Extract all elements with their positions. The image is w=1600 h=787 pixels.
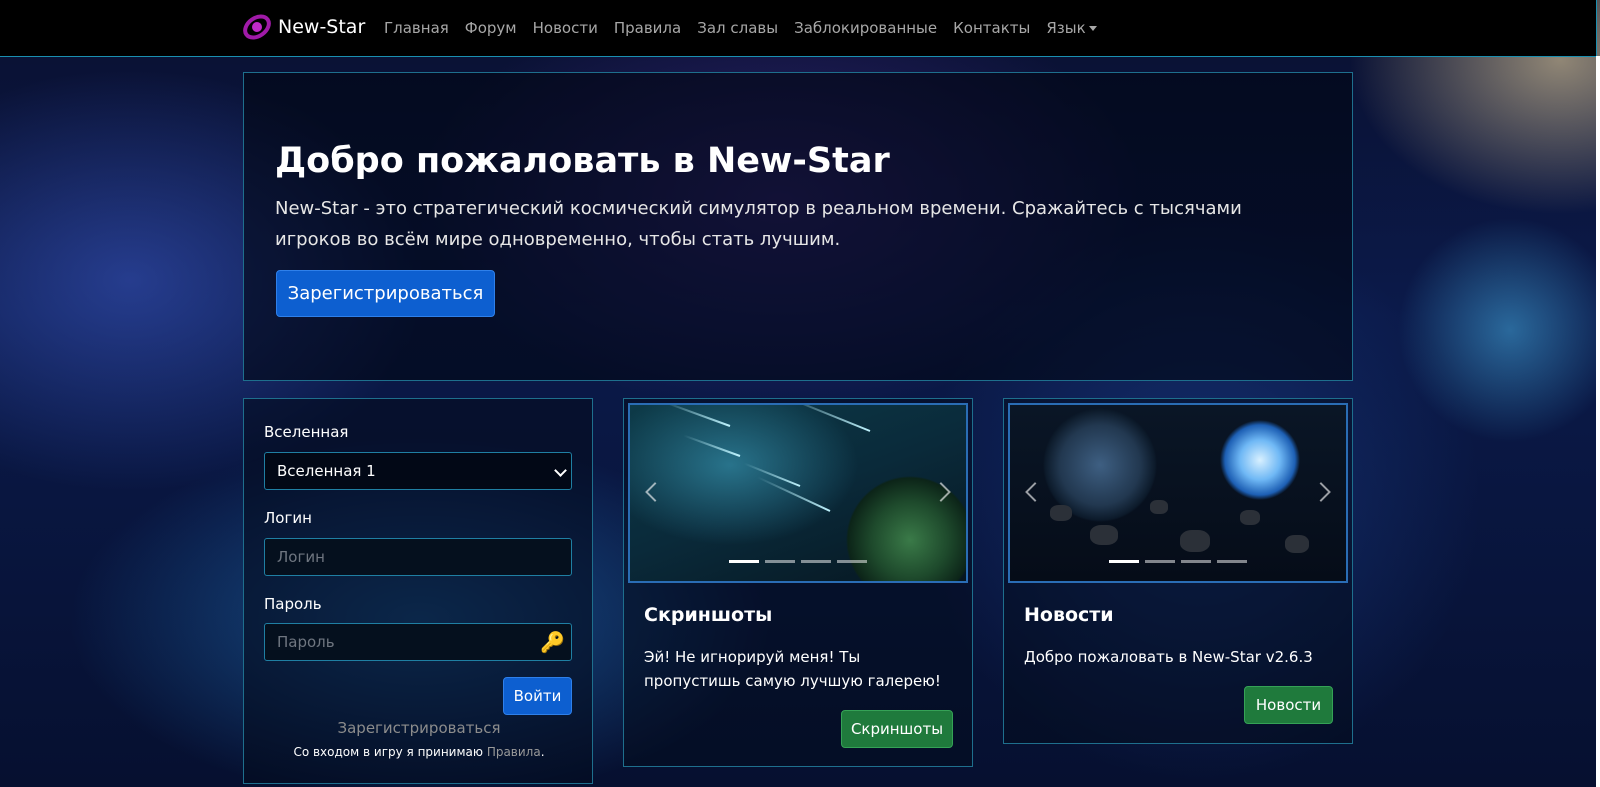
password-label: Пароль bbox=[264, 595, 322, 613]
carousel-indicators bbox=[1010, 560, 1346, 563]
meteor-streak bbox=[683, 434, 741, 457]
page-scrollbar[interactable] bbox=[1596, 56, 1600, 787]
key-icon[interactable]: 🔑 bbox=[540, 630, 565, 654]
screenshots-text: Эй! Не игнорируй меня! Ты пропустишь сам… bbox=[644, 648, 941, 690]
asteroid bbox=[1150, 500, 1168, 514]
news-text: Добро пожаловать в New-Star v2.6.3 bbox=[1024, 648, 1313, 666]
asteroid bbox=[1180, 530, 1210, 552]
asteroid bbox=[1285, 535, 1309, 553]
login-submit-button[interactable]: Войти bbox=[503, 677, 572, 715]
brand-link[interactable]: New-Star bbox=[242, 12, 365, 42]
asteroid bbox=[1090, 525, 1118, 545]
brand-name: New-Star bbox=[278, 16, 366, 38]
chevron-down-icon bbox=[554, 464, 567, 477]
password-placeholder: Пароль bbox=[277, 633, 335, 651]
terms-notice: Со входом в игру я принимаю Правила. bbox=[244, 745, 594, 759]
caret-down-icon bbox=[1088, 26, 1097, 31]
nav-banned[interactable]: Заблокированные bbox=[794, 19, 937, 37]
meteor-streak bbox=[663, 405, 731, 427]
screenshots-button[interactable]: Скриншоты bbox=[841, 710, 953, 748]
register-link[interactable]: Зарегистрироваться bbox=[244, 719, 594, 737]
hero-description: New-Star - это стратегический космически… bbox=[275, 198, 1242, 250]
top-navbar: New-Star Главная Форум Новости Правила З… bbox=[0, 0, 1597, 57]
universe-selected-value: Вселенная 1 bbox=[277, 462, 376, 480]
nav-language-dropdown[interactable]: Язык bbox=[1046, 19, 1097, 37]
screenshots-card: Скриншоты Эй! Не игнорируй меня! Ты проп… bbox=[623, 398, 973, 767]
nav-news[interactable]: Новости bbox=[533, 19, 598, 37]
welcome-jumbotron: Добро пожаловать в New-Star New-Star - э… bbox=[243, 72, 1353, 381]
screenshots-carousel bbox=[628, 403, 968, 583]
carousel-indicator[interactable] bbox=[1145, 560, 1175, 563]
nav-rules[interactable]: Правила bbox=[614, 19, 681, 37]
carousel-indicator[interactable] bbox=[837, 560, 867, 563]
universe-label: Вселенная bbox=[264, 423, 349, 441]
rules-link[interactable]: Правила bbox=[487, 745, 541, 759]
asteroid bbox=[1050, 505, 1072, 521]
password-input[interactable]: Пароль 🔑 bbox=[264, 623, 572, 661]
carousel-indicators bbox=[630, 560, 966, 563]
nav-hall-of-fame[interactable]: Зал славы bbox=[697, 19, 778, 37]
news-card: Новости Добро пожаловать в New-Star v2.6… bbox=[1003, 398, 1353, 744]
nav-forum[interactable]: Форум bbox=[465, 19, 517, 37]
screenshots-title: Скриншоты bbox=[644, 604, 773, 626]
carousel-indicator[interactable] bbox=[1109, 560, 1139, 563]
login-form: Вселенная Вселенная 1 Логин Логин Пароль… bbox=[243, 398, 593, 784]
news-title: Новости bbox=[1024, 604, 1114, 626]
login-input[interactable]: Логин bbox=[264, 538, 572, 576]
nav-home[interactable]: Главная bbox=[384, 19, 449, 37]
asteroid bbox=[1240, 510, 1260, 525]
carousel-indicator[interactable] bbox=[801, 560, 831, 563]
login-placeholder: Логин bbox=[277, 548, 325, 566]
login-label: Логин bbox=[264, 509, 312, 527]
carousel-indicator[interactable] bbox=[729, 560, 759, 563]
universe-select[interactable]: Вселенная 1 bbox=[264, 452, 572, 490]
hero-register-button[interactable]: Зарегистрироваться bbox=[276, 270, 495, 317]
carousel-indicator[interactable] bbox=[1181, 560, 1211, 563]
nav-contacts[interactable]: Контакты bbox=[953, 19, 1030, 37]
meteor-streak bbox=[786, 405, 871, 432]
terms-end: . bbox=[540, 745, 545, 759]
carousel-indicator[interactable] bbox=[1217, 560, 1247, 563]
nav-language-label: Язык bbox=[1046, 19, 1086, 37]
main-nav: Главная Форум Новости Правила Зал славы … bbox=[384, 19, 1113, 37]
terms-text: Со входом в игру я принимаю bbox=[293, 745, 483, 759]
screenshot-image bbox=[630, 405, 966, 581]
news-image bbox=[1010, 405, 1346, 581]
news-carousel bbox=[1008, 403, 1348, 583]
hero-title: Добро пожаловать в New-Star bbox=[275, 141, 890, 181]
carousel-indicator[interactable] bbox=[765, 560, 795, 563]
news-button[interactable]: Новости bbox=[1244, 686, 1333, 724]
galaxy-logo-icon bbox=[243, 14, 271, 40]
